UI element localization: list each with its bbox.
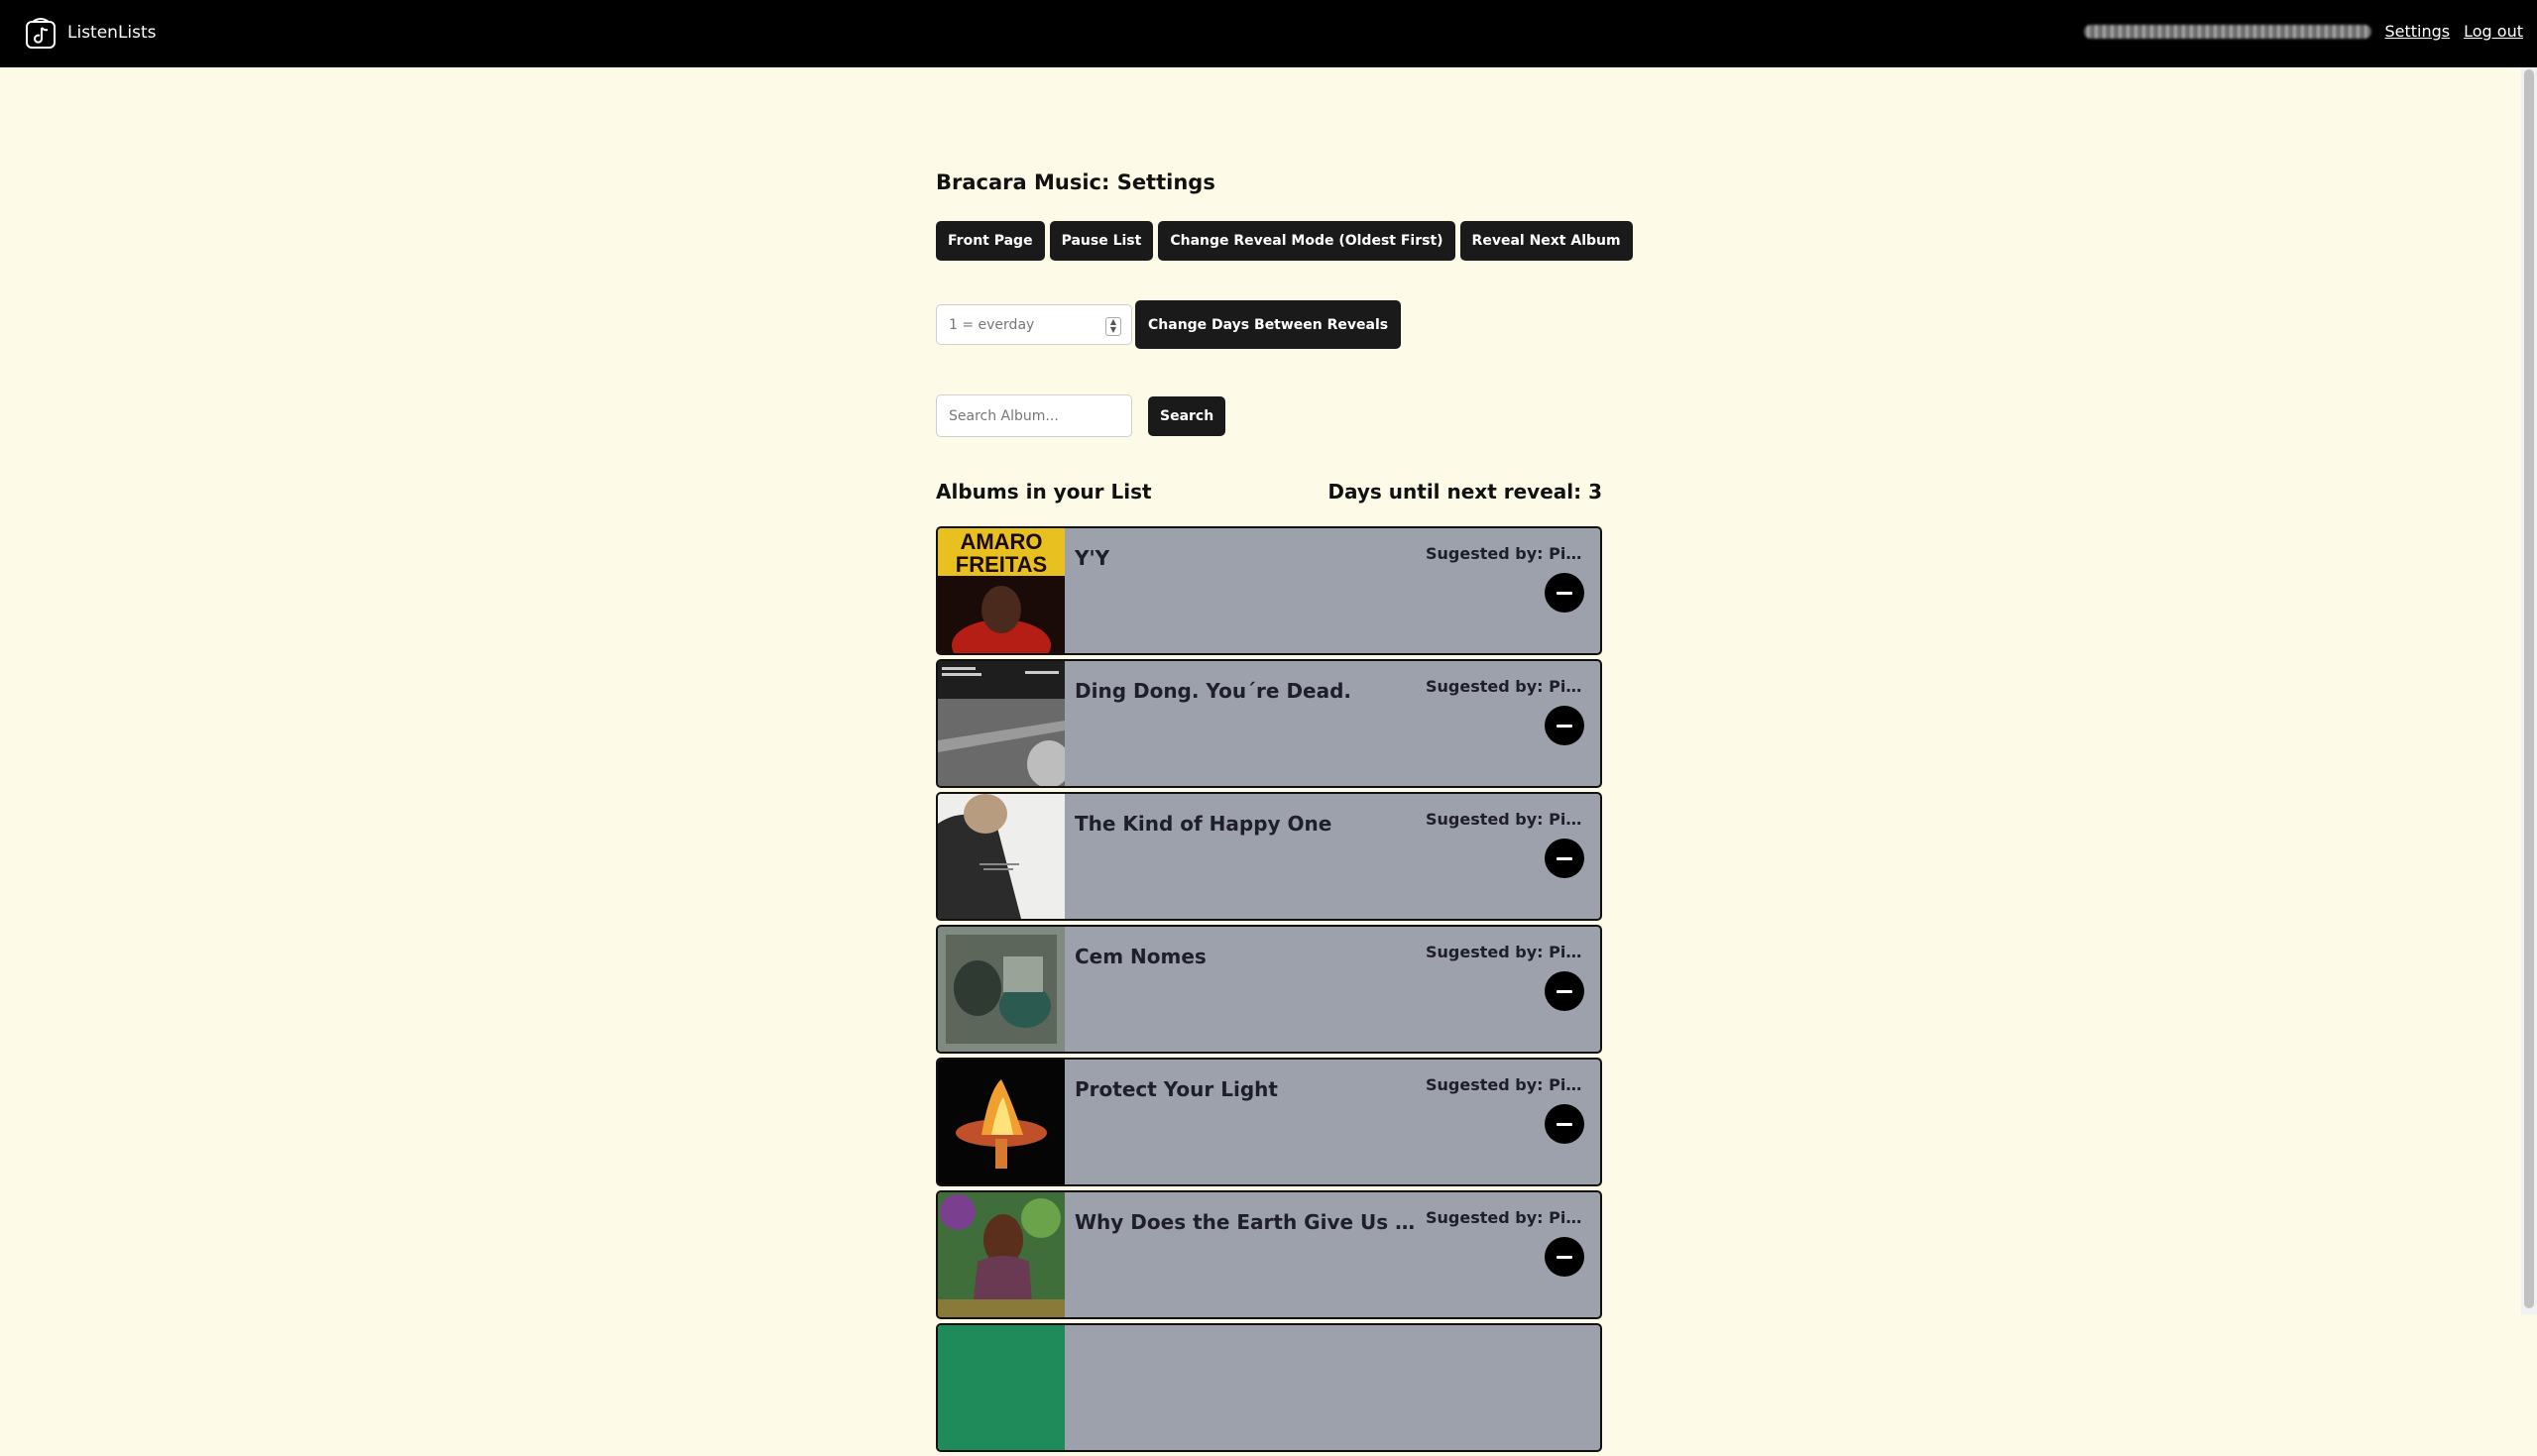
blurred-username (2083, 24, 2371, 39)
remove-album-button[interactable] (1545, 1237, 1584, 1277)
album-card: Protect Your Light Sugested by: PietroPa… (936, 1058, 1602, 1186)
album-card: Cem Nomes Sugested by: PietroPan (936, 925, 1602, 1054)
album-suggested-by: Sugested by: PietroPan (1426, 677, 1584, 696)
brand[interactable]: ListenLists (24, 16, 157, 50)
album-title: Ding Dong. You´re Dead. (1075, 679, 1352, 703)
minus-icon (1557, 989, 1572, 993)
minus-icon (1557, 856, 1572, 860)
album-cover-image (938, 1192, 1065, 1317)
minus-icon (1557, 1122, 1572, 1126)
album-suggested-by: Sugested by: PietroPan (1426, 943, 1584, 961)
album-title: Cem Nomes (1075, 945, 1207, 968)
music-list-logo-icon (26, 18, 56, 49)
change-days-button[interactable]: Change Days Between Reveals (1135, 300, 1402, 349)
album-card: Why Does the Earth Give Us People to Lov… (936, 1190, 1602, 1319)
change-reveal-mode-button[interactable]: Change Reveal Mode (Oldest First) (1158, 221, 1455, 261)
days-until-next-reveal: Days until next reveal: 3 (1327, 480, 1602, 504)
album-list-heading: Albums in your List (936, 480, 1152, 504)
search-button[interactable]: Search (1148, 395, 1226, 436)
brand-name: ListenLists (67, 23, 157, 43)
album-title: Y'Y (1075, 546, 1110, 570)
album-suggested-by: Sugested by: PietroPan (1426, 1075, 1584, 1094)
minus-icon (1557, 591, 1572, 595)
minus-icon (1557, 724, 1572, 728)
remove-album-button[interactable] (1545, 573, 1584, 613)
days-input-placeholder: 1 = everday (949, 316, 1035, 333)
album-title: The Kind of Happy One (1075, 812, 1332, 836)
album-cover-image (938, 794, 1065, 919)
album-cover-image (938, 1325, 1065, 1450)
album-search-form: Search (936, 394, 1226, 437)
album-cover-image (938, 927, 1065, 1052)
front-page-button[interactable]: Front Page (936, 221, 1045, 261)
album-cover-image (938, 661, 1065, 786)
days-between-reveals-input[interactable]: 1 = everday ▲ ▼ (936, 304, 1132, 345)
album-card (936, 1323, 1602, 1452)
album-suggested-by: Sugested by: PietroPan (1426, 1208, 1584, 1227)
album-list: AMARO FREITAS Y'Y Sugested by: PietroPan (936, 526, 1602, 1456)
album-card: Ding Dong. You´re Dead. Sugested by: Pie… (936, 659, 1602, 788)
album-card: The Kind of Happy One Sugested by: Pietr… (936, 792, 1602, 921)
cover-text-line1: AMARO (960, 529, 1042, 554)
album-cover-image: AMARO FREITAS (938, 528, 1065, 653)
page-title: Bracara Music: Settings (936, 170, 1215, 194)
scrollbar-thumb[interactable] (2524, 69, 2534, 1308)
days-between-reveals-form: 1 = everday ▲ ▼ Change Days Between Revea… (936, 300, 1402, 349)
pause-list-button[interactable]: Pause List (1049, 221, 1154, 261)
reveal-next-album-button[interactable]: Reveal Next Album (1459, 221, 1633, 261)
remove-album-button[interactable] (1545, 706, 1584, 745)
remove-album-button[interactable] (1545, 1104, 1584, 1144)
album-title: Why Does the Earth Give Us People to Lov… (1075, 1210, 1427, 1234)
album-title: Protect Your Light (1075, 1077, 1278, 1101)
album-card: AMARO FREITAS Y'Y Sugested by: PietroPan (936, 526, 1602, 655)
settings-link[interactable]: Settings (2385, 22, 2451, 41)
album-cover-image (938, 1060, 1065, 1184)
page-scrollbar[interactable] (2521, 67, 2537, 1314)
remove-album-button[interactable] (1545, 839, 1584, 878)
top-navbar: ListenLists Settings Log out (0, 0, 2537, 67)
logout-link[interactable]: Log out (2464, 22, 2523, 41)
remove-album-button[interactable] (1545, 971, 1584, 1011)
album-list-header: Albums in your List Days until next reve… (936, 480, 1602, 504)
minus-icon (1557, 1255, 1572, 1259)
number-spinner-icon[interactable]: ▲ ▼ (1105, 317, 1121, 336)
album-suggested-by: Sugested by: PietroPan (1426, 810, 1584, 829)
album-suggested-by: Sugested by: PietroPan (1426, 544, 1584, 563)
search-album-input[interactable] (936, 394, 1132, 437)
cover-text-line2: FREITAS (956, 552, 1047, 577)
action-buttons: Front Page Pause List Change Reveal Mode… (936, 221, 1633, 261)
